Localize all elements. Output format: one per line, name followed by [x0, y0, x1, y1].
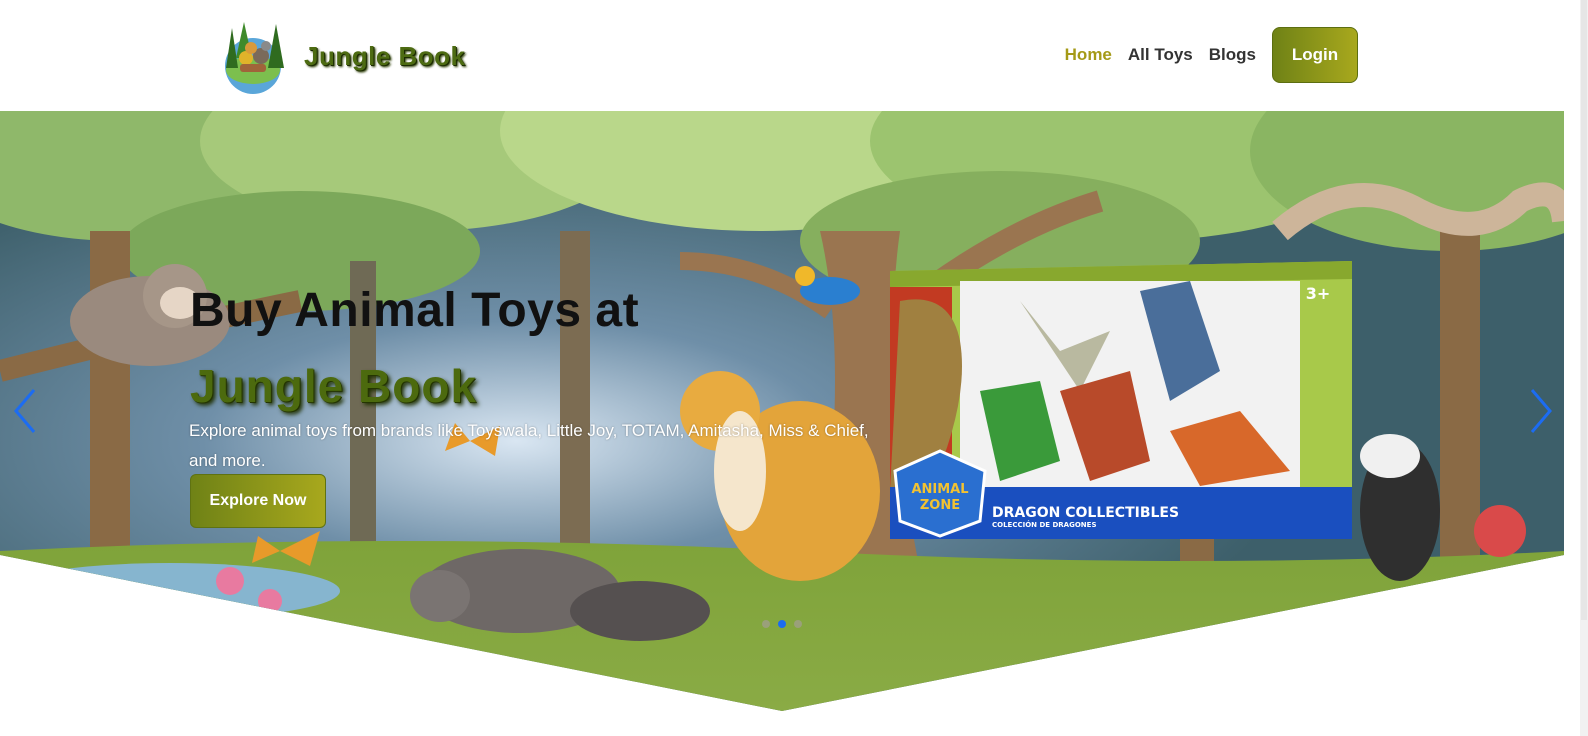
logo-image: [225, 22, 284, 94]
carousel-dot[interactable]: [794, 620, 802, 628]
chevron-left-icon: [14, 389, 36, 433]
brand[interactable]: Jungle Book: [218, 18, 466, 94]
nav-blogs[interactable]: Blogs: [1209, 45, 1256, 65]
hero-brand: Jungle Book: [190, 360, 478, 412]
page-scrollbar[interactable]: [1580, 0, 1588, 736]
navbar: Jungle Book Home All Toys Blogs Login: [0, 0, 1588, 111]
explore-now-button[interactable]: Explore Now: [190, 474, 326, 528]
logo[interactable]: [218, 18, 288, 94]
scrollbar-thumb[interactable]: [1581, 0, 1587, 620]
brand-name[interactable]: Jungle Book: [304, 41, 466, 72]
product-subtitle: COLECCIÓN DE DRAGONES: [992, 520, 1096, 529]
product-logo-line1: ANIMAL: [911, 482, 968, 497]
hero-description: Explore animal toys from brands like Toy…: [189, 421, 869, 470]
carousel-prev-button[interactable]: [10, 386, 40, 436]
hero-carousel: ANIMAL ZONE DRAGON COLLECTIBLES COLECCIÓ…: [0, 111, 1564, 711]
nav-home[interactable]: Home: [1065, 45, 1112, 65]
carousel-indicators: [762, 620, 810, 628]
main-nav: Home All Toys Blogs Login: [1049, 27, 1358, 83]
product-image[interactable]: ANIMAL ZONE DRAGON COLLECTIBLES COLECCIÓ…: [890, 261, 1352, 539]
product-logo-line2: ZONE: [920, 498, 960, 513]
product-age-badge: 3+: [1306, 284, 1331, 303]
login-button[interactable]: Login: [1272, 27, 1358, 83]
chevron-right-icon: [1530, 389, 1552, 433]
nav-all-toys[interactable]: All Toys: [1128, 45, 1193, 65]
hero-title: Buy Animal Toys at: [190, 284, 640, 337]
carousel-next-button[interactable]: [1526, 386, 1556, 436]
carousel-dot[interactable]: [778, 620, 786, 628]
product-title: DRAGON COLLECTIBLES: [992, 505, 1179, 521]
carousel-dot[interactable]: [762, 620, 770, 628]
